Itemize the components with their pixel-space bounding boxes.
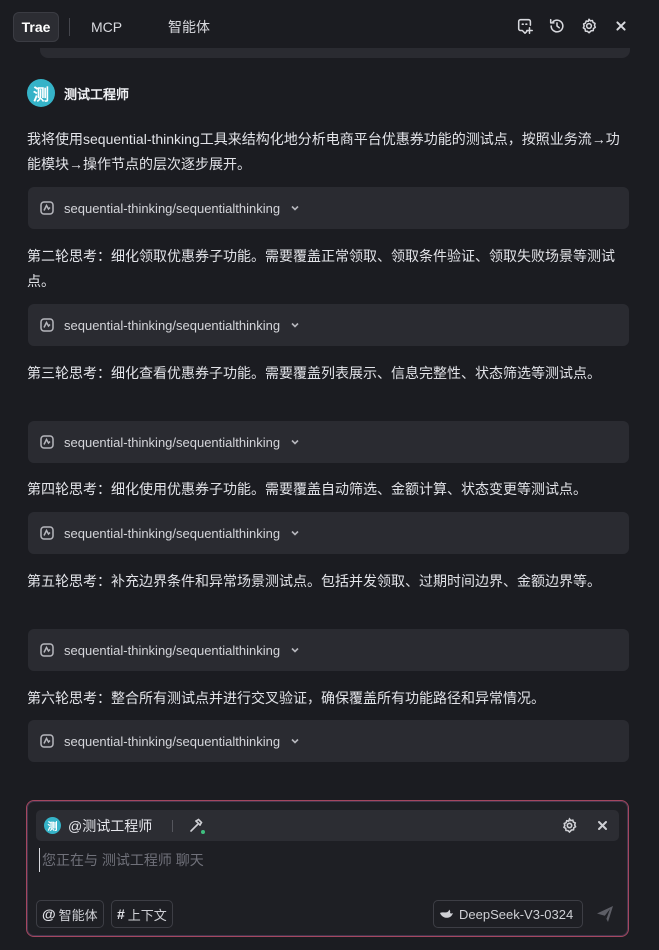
mcp-tool-icon bbox=[40, 318, 54, 332]
tool-call-card[interactable]: sequential-thinking/sequentialthinking bbox=[28, 629, 629, 671]
message-text: 第三轮思考：细化查看优惠券子功能。需要覆盖列表展示、信息完整性、状态筛选等测试点… bbox=[27, 365, 601, 381]
add-context-label: 上下文 bbox=[127, 907, 167, 923]
close-icon[interactable] bbox=[611, 16, 631, 36]
mcp-tool-icon bbox=[40, 201, 54, 215]
chevron-down-icon[interactable] bbox=[290, 527, 302, 539]
previous-message-edge bbox=[40, 48, 630, 58]
mention-agent-label[interactable]: @测试工程师 bbox=[68, 816, 152, 836]
new-chat-icon[interactable] bbox=[515, 16, 535, 36]
message-text: 我将使用sequential-thinking工具来结构化地分析电商平台优惠券功… bbox=[27, 131, 620, 172]
add-context-button[interactable]: # 上下文 bbox=[111, 900, 173, 928]
mcp-tool-icon bbox=[40, 526, 54, 540]
tab-trae[interactable]: Trae bbox=[13, 12, 59, 42]
mcp-tool-icon bbox=[40, 435, 54, 449]
tool-call-label: sequential-thinking/sequentialthinking bbox=[64, 317, 281, 333]
chat-message-input[interactable] bbox=[39, 848, 619, 872]
agent-settings-icon[interactable] bbox=[561, 817, 578, 834]
tab-agent[interactable]: 智能体 bbox=[168, 12, 210, 42]
add-agent-label: 智能体 bbox=[58, 907, 98, 923]
tool-call-card[interactable]: sequential-thinking/sequentialthinking bbox=[28, 512, 629, 554]
agent-header: 测 测试工程师 bbox=[27, 79, 129, 107]
settings-icon[interactable] bbox=[579, 16, 599, 36]
hash-icon: # bbox=[117, 906, 125, 922]
tool-call-label: sequential-thinking/sequentialthinking bbox=[64, 642, 281, 658]
mcp-tool-icon bbox=[40, 734, 54, 748]
chat-input-box: 测 @测试工程师 @ 智能体 # 上下文 DeepSeek-V3-0324 bbox=[26, 800, 629, 937]
agent-avatar: 测 bbox=[27, 79, 55, 107]
tool-call-card[interactable]: sequential-thinking/sequentialthinking bbox=[28, 720, 629, 762]
tools-status-dot bbox=[201, 830, 205, 834]
mention-agent-avatar: 测 bbox=[44, 817, 61, 834]
message-text: 第二轮思考：细化领取优惠券子功能。需要覆盖正常领取、领取条件验证、领取失败场景等… bbox=[27, 248, 615, 289]
mention-divider bbox=[172, 820, 173, 832]
deepseek-whale-icon bbox=[440, 909, 453, 918]
tool-call-label: sequential-thinking/sequentialthinking bbox=[64, 733, 281, 749]
agent-name: 测试工程师 bbox=[64, 86, 130, 102]
send-button[interactable] bbox=[595, 904, 616, 925]
header-bar: Trae MCP 智能体 bbox=[0, 0, 659, 54]
model-name: DeepSeek-V3-0324 bbox=[459, 906, 574, 922]
message-text: 第四轮思考：细化使用优惠券子功能。需要覆盖自动筛选、金额计算、状态变更等测试点。 bbox=[27, 481, 587, 497]
chevron-down-icon[interactable] bbox=[290, 319, 302, 331]
tool-call-card[interactable]: sequential-thinking/sequentialthinking bbox=[28, 421, 629, 463]
mcp-tool-icon bbox=[40, 643, 54, 657]
tab-mcp[interactable]: MCP bbox=[91, 12, 122, 42]
send-icon bbox=[597, 906, 613, 922]
add-agent-button[interactable]: @ 智能体 bbox=[36, 900, 104, 928]
tool-call-label: sequential-thinking/sequentialthinking bbox=[64, 525, 281, 541]
at-icon: @ bbox=[42, 906, 56, 922]
message-text: 第六轮思考：整合所有测试点并进行交叉验证，确保覆盖所有功能路径和异常情况。 bbox=[27, 690, 545, 706]
message-text: 第五轮思考：补充边界条件和异常场景测试点。包括并发领取、过期时间边界、金额边界等… bbox=[27, 573, 601, 589]
tab-divider bbox=[69, 18, 70, 36]
tool-call-label: sequential-thinking/sequentialthinking bbox=[64, 200, 281, 216]
chevron-down-icon[interactable] bbox=[290, 735, 302, 747]
agent-mention-bar: 测 @测试工程师 bbox=[36, 810, 619, 841]
chevron-down-icon[interactable] bbox=[290, 436, 302, 448]
chevron-down-icon[interactable] bbox=[290, 644, 302, 656]
tool-call-card[interactable]: sequential-thinking/sequentialthinking bbox=[28, 304, 629, 346]
history-icon[interactable] bbox=[547, 16, 567, 36]
tool-call-label: sequential-thinking/sequentialthinking bbox=[64, 434, 281, 450]
chevron-down-icon[interactable] bbox=[290, 202, 302, 214]
remove-agent-icon[interactable] bbox=[594, 817, 611, 834]
model-selector[interactable]: DeepSeek-V3-0324 bbox=[433, 900, 583, 928]
tool-call-card[interactable]: sequential-thinking/sequentialthinking bbox=[28, 187, 629, 229]
